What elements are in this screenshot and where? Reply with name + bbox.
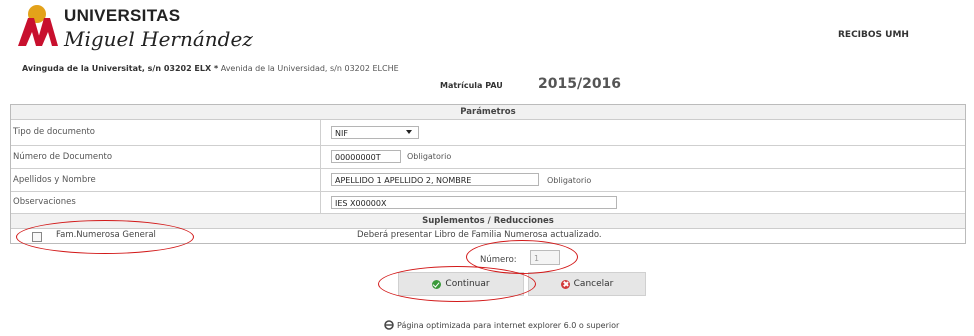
matricula-label: Matrícula PAU [440,81,503,90]
fam-numerosa-note: Deberá presentar Libro de Familia Numero… [357,230,602,240]
tipo-documento-label: Tipo de documento [11,120,321,145]
row-observaciones: Observaciones IES X00000X [11,192,965,214]
umh-logo-icon [14,4,60,50]
cancelar-label: Cancelar [573,279,614,289]
footer-text: Página optimizada para internet explorer… [397,320,620,330]
row-numero-documento: Número de Documento 00000000T Obligatori… [11,146,965,169]
section-parametros-header: Parámetros [11,105,965,120]
apellidos-nombre-label: Apellidos y Nombre [11,169,321,191]
numero-documento-label: Número de Documento [11,146,321,168]
annotation-oval-continuar [378,266,536,302]
tipo-documento-value: NIF [335,129,348,138]
address-spanish: Avenida de la Universidad, s/n 03202 ELC… [220,64,399,73]
logo-university-name: Miguel Hernández [64,27,253,51]
apellidos-nombre-hint: Obligatorio [547,176,592,185]
university-address: Avinguda de la Universitat, s/n 03202 EL… [22,64,399,73]
annotation-oval-fam-numerosa [16,220,194,254]
cancelar-button[interactable]: Cancelar [528,272,646,296]
observaciones-input[interactable]: IES X00000X [331,196,617,209]
chevron-down-icon [406,130,412,134]
address-valencian: Avinguda de la Universitat, s/n 03202 EL… [22,64,219,73]
row-apellidos-nombre: Apellidos y Nombre APELLIDO 1 APELLIDO 2… [11,169,965,192]
app-title: RECIBOS UMH [838,30,909,40]
numero-documento-hint: Obligatorio [407,152,452,161]
academic-year: 2015/2016 [538,76,622,92]
tipo-documento-select[interactable]: NIF [331,126,419,139]
footer-note: Página optimizada para internet explorer… [384,320,619,330]
numero-documento-input[interactable]: 00000000T [331,150,401,163]
row-tipo-documento: Tipo de documento NIF [11,120,965,146]
cancel-circle-icon [560,279,570,289]
internet-explorer-icon [384,320,394,330]
logo-universitas-text: UNIVERSITAS [64,6,181,25]
observaciones-label: Observaciones [11,192,321,213]
apellidos-nombre-input[interactable]: APELLIDO 1 APELLIDO 2, NOMBRE [331,173,539,186]
